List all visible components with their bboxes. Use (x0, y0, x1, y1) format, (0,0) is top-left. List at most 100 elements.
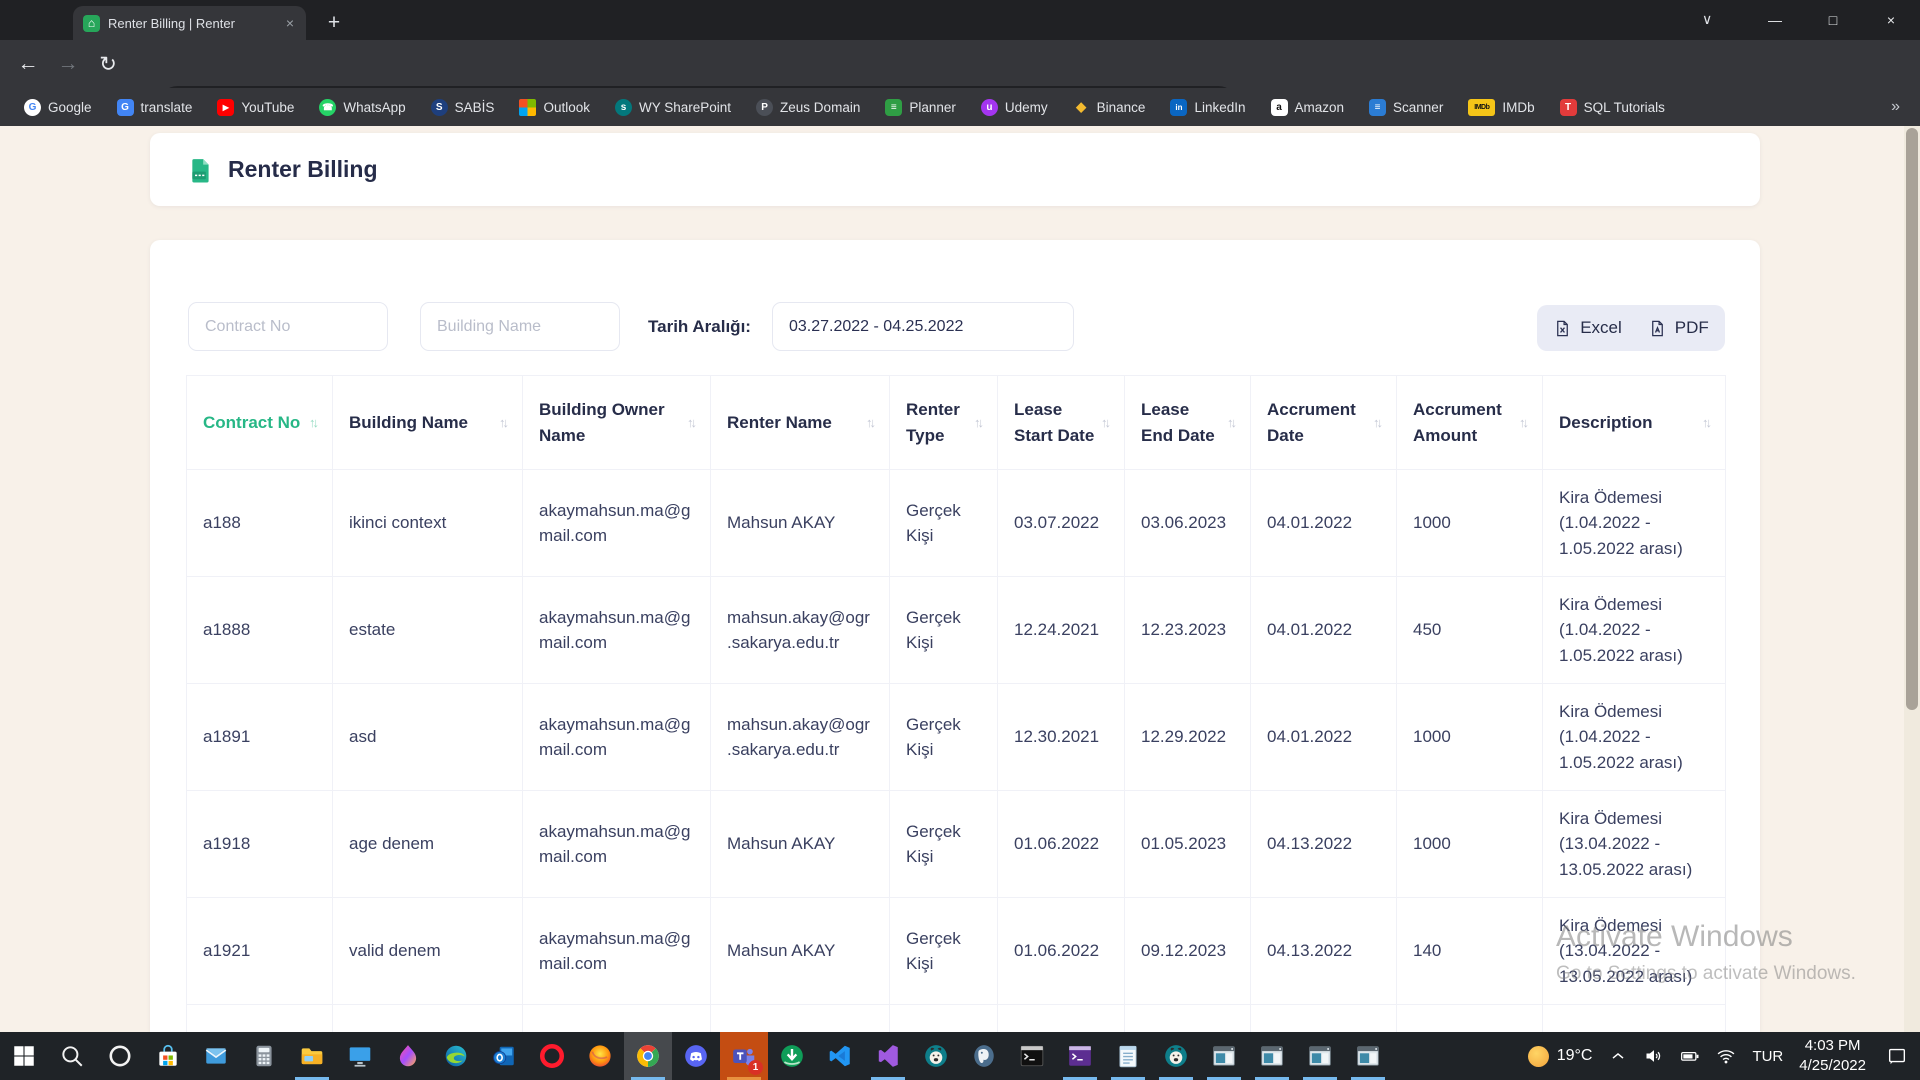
sort-icon[interactable]: ↑↓ (499, 413, 506, 433)
edge-button[interactable] (432, 1032, 480, 1080)
app-window-3-button[interactable] (1296, 1032, 1344, 1080)
forward-button[interactable]: → (48, 47, 88, 81)
discord-button[interactable] (672, 1032, 720, 1080)
bookmark-label: translate (141, 100, 193, 115)
bookmark-imdb[interactable]: IMDbIMDb (1468, 99, 1534, 116)
back-button[interactable]: ← (8, 47, 48, 81)
sort-icon[interactable]: ↑↓ (1373, 413, 1380, 433)
terminal-button[interactable] (1008, 1032, 1056, 1080)
reload-button[interactable]: ↻ (88, 47, 128, 81)
battery-icon[interactable] (1680, 1046, 1700, 1066)
bookmark-google-translate[interactable]: Gtranslate (117, 99, 193, 116)
speaker-icon[interactable] (1644, 1046, 1664, 1066)
sort-icon[interactable]: ↑↓ (1519, 413, 1526, 433)
bookmark-planner[interactable]: ≡Planner (885, 99, 956, 116)
column-label: Building Owner Name (539, 397, 685, 448)
opera-button[interactable] (528, 1032, 576, 1080)
weather-widget[interactable]: 19°C (1528, 1046, 1593, 1067)
file-explorer-icon (299, 1043, 325, 1069)
table-cell: a1891 (186, 684, 333, 791)
teams-button[interactable]: 1 (720, 1032, 768, 1080)
column-header-description[interactable]: Description↑↓ (1543, 375, 1726, 470)
sort-icon[interactable]: ↑↓ (974, 413, 981, 433)
calculator-button[interactable] (240, 1032, 288, 1080)
outlook-button[interactable] (480, 1032, 528, 1080)
column-label: Building Name (349, 410, 497, 436)
browser-tab[interactable]: ⌂ Renter Billing | Renter × (73, 6, 306, 40)
cortana-button[interactable] (96, 1032, 144, 1080)
sort-icon[interactable]: ↑↓ (1227, 413, 1234, 433)
bookmark-scanner[interactable]: ≡Scanner (1369, 99, 1443, 116)
page-scrollbar[interactable] (1904, 126, 1920, 1032)
bookmark-binance[interactable]: ◆Binance (1073, 99, 1146, 116)
page-header-card: Renter Billing (150, 133, 1760, 206)
language-indicator[interactable]: TUR (1752, 1048, 1783, 1065)
date-range-input[interactable] (772, 302, 1074, 351)
column-header-renter-name[interactable]: Renter Name↑↓ (711, 375, 890, 470)
paint3d-button[interactable] (384, 1032, 432, 1080)
column-header-lease-start-date[interactable]: Lease Start Date↑↓ (998, 375, 1125, 470)
column-header-accrument-date[interactable]: Accrument Date↑↓ (1251, 375, 1397, 470)
column-header-building-owner-name[interactable]: Building Owner Name↑↓ (523, 375, 711, 470)
sort-icon[interactable]: ↑↓ (866, 413, 873, 433)
tab-close-icon[interactable]: × (284, 15, 296, 31)
bookmark-youtube[interactable]: ▶YouTube (217, 99, 294, 116)
bookmarks-overflow-chevron-icon[interactable]: » (1885, 98, 1906, 116)
bookmark-linkedin[interactable]: inLinkedIn (1170, 99, 1245, 116)
sort-icon[interactable]: ↑↓ (1702, 413, 1709, 433)
column-header-lease-end-date[interactable]: Lease End Date↑↓ (1125, 375, 1251, 470)
postgresql-button[interactable] (960, 1032, 1008, 1080)
bookmark-whatsapp[interactable]: ☎WhatsApp (319, 99, 405, 116)
building-name-input[interactable] (420, 302, 620, 351)
microsoft-store-button[interactable] (144, 1032, 192, 1080)
column-header-renter-type[interactable]: Renter Type↑↓ (890, 375, 998, 470)
bookmark-outlook[interactable]: Outlook (519, 99, 590, 116)
bookmark-amazon[interactable]: aAmazon (1271, 99, 1345, 116)
minimize-button[interactable]: — (1746, 0, 1804, 40)
close-button[interactable]: × (1862, 0, 1920, 40)
beekeeper-button[interactable] (912, 1032, 960, 1080)
table-cell: 140 (1397, 898, 1543, 1005)
notepad-icon (1115, 1043, 1141, 1069)
search-button[interactable] (48, 1032, 96, 1080)
column-header-contract-no[interactable]: Contract No↑↓ (186, 375, 333, 470)
scrollbar-thumb[interactable] (1906, 128, 1918, 710)
maximize-button[interactable]: □ (1804, 0, 1862, 40)
action-center-icon[interactable] (1886, 1045, 1908, 1067)
sort-icon[interactable]: ↑↓ (1101, 413, 1108, 433)
tray-expand-chevron-icon[interactable] (1608, 1046, 1628, 1066)
bookmark-google[interactable]: GGoogle (24, 99, 92, 116)
contract-no-input[interactable] (188, 302, 388, 351)
pdf-export-button[interactable]: PDF (1648, 318, 1709, 338)
tab-search-chevron-icon[interactable]: ∨ (1702, 11, 1712, 28)
excel-export-button[interactable]: Excel (1553, 318, 1622, 338)
bookmark-sabis[interactable]: SSABİS (431, 99, 495, 116)
remote-desktop-button[interactable] (336, 1032, 384, 1080)
sort-icon[interactable]: ↑↓ (687, 413, 694, 433)
taskbar-clock[interactable]: 4:03 PM 4/25/2022 (1799, 1036, 1866, 1077)
terminal-purple-button[interactable] (1056, 1032, 1104, 1080)
wifi-icon[interactable] (1716, 1046, 1736, 1066)
file-explorer-button[interactable] (288, 1032, 336, 1080)
column-header-building-name[interactable]: Building Name↑↓ (333, 375, 523, 470)
app-window-1-button[interactable] (1200, 1032, 1248, 1080)
notepad-button[interactable] (1104, 1032, 1152, 1080)
mail-button[interactable] (192, 1032, 240, 1080)
bookmark-zeus-domain[interactable]: PZeus Domain (756, 99, 860, 116)
beekeeper-studio-icon (1163, 1043, 1189, 1069)
app-window-2-button[interactable] (1248, 1032, 1296, 1080)
vscode-button[interactable] (816, 1032, 864, 1080)
bookmark-wy-sharepoint[interactable]: sWY SharePoint (615, 99, 731, 116)
column-header-accrument-amount[interactable]: Accrument Amount↑↓ (1397, 375, 1543, 470)
new-tab-button[interactable]: + (320, 9, 348, 37)
visual-studio-button[interactable] (864, 1032, 912, 1080)
idm-button[interactable] (768, 1032, 816, 1080)
chrome-button[interactable] (624, 1032, 672, 1080)
bookmark-udemy[interactable]: uUdemy (981, 99, 1048, 116)
beekeeper-studio-button[interactable] (1152, 1032, 1200, 1080)
app-window-4-button[interactable] (1344, 1032, 1392, 1080)
firefox-button[interactable] (576, 1032, 624, 1080)
bookmark-sql-tutorials[interactable]: TSQL Tutorials (1560, 99, 1665, 116)
sort-icon[interactable]: ↑↓ (309, 413, 316, 433)
start-button[interactable] (0, 1032, 48, 1080)
